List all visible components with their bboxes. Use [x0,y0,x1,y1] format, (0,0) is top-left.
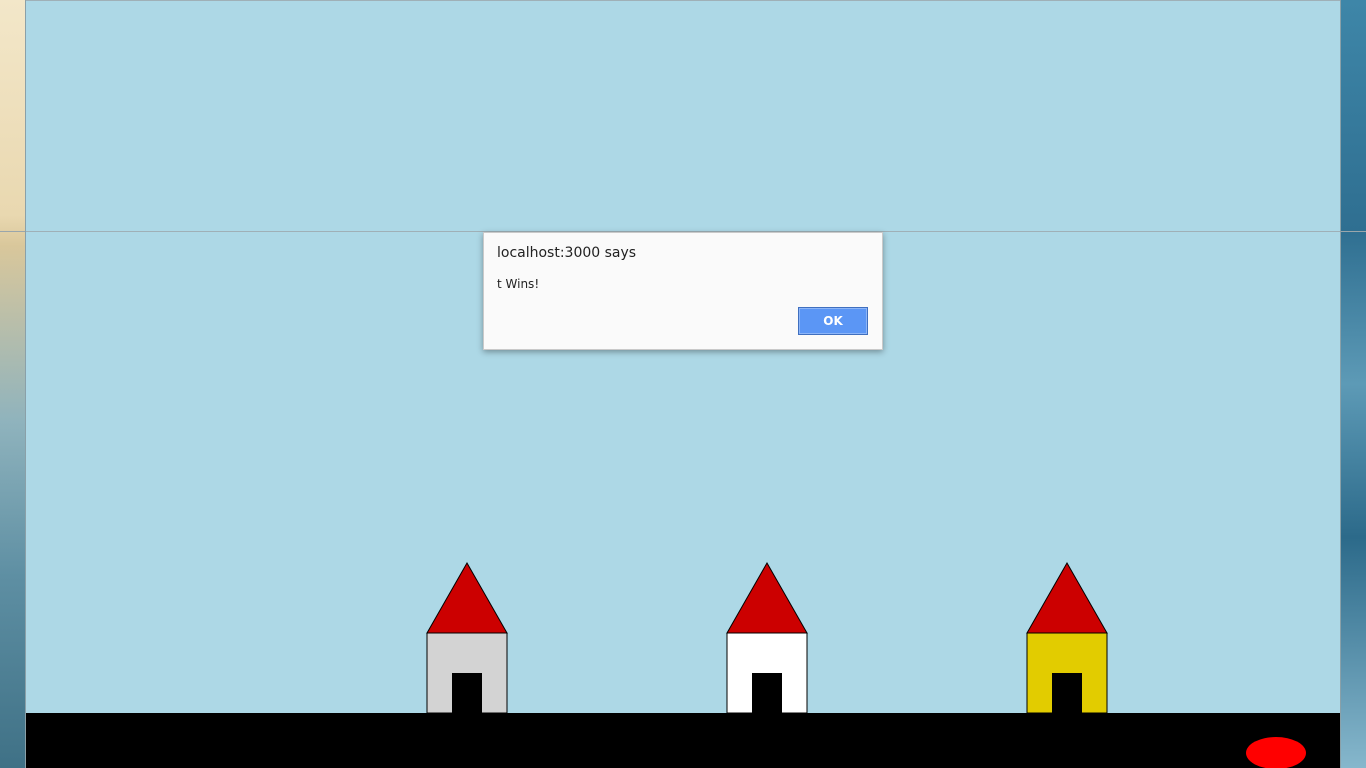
desktop-wallpaper-left [0,0,25,768]
alert-title: localhost:3000 says [497,245,637,261]
ground [26,713,1340,768]
alert-dialog: localhost:3000 says t Wins! OK [483,232,883,350]
game-canvas[interactable] [25,0,1341,768]
house-yellow [1026,562,1108,714]
house-gray [426,562,508,714]
house-white-roof [726,562,808,634]
desktop-wallpaper-right [1341,0,1366,768]
house-white [726,562,808,714]
ok-button[interactable]: OK [798,307,868,335]
canvas-top-border [26,0,1340,1]
house-yellow-roof [1026,562,1108,634]
alert-message: t Wins! [497,277,540,291]
house-yellow-door [1052,673,1082,714]
house-white-door [752,673,782,714]
red-ball [1246,737,1306,768]
house-gray-door [452,673,482,714]
house-gray-roof [426,562,508,634]
